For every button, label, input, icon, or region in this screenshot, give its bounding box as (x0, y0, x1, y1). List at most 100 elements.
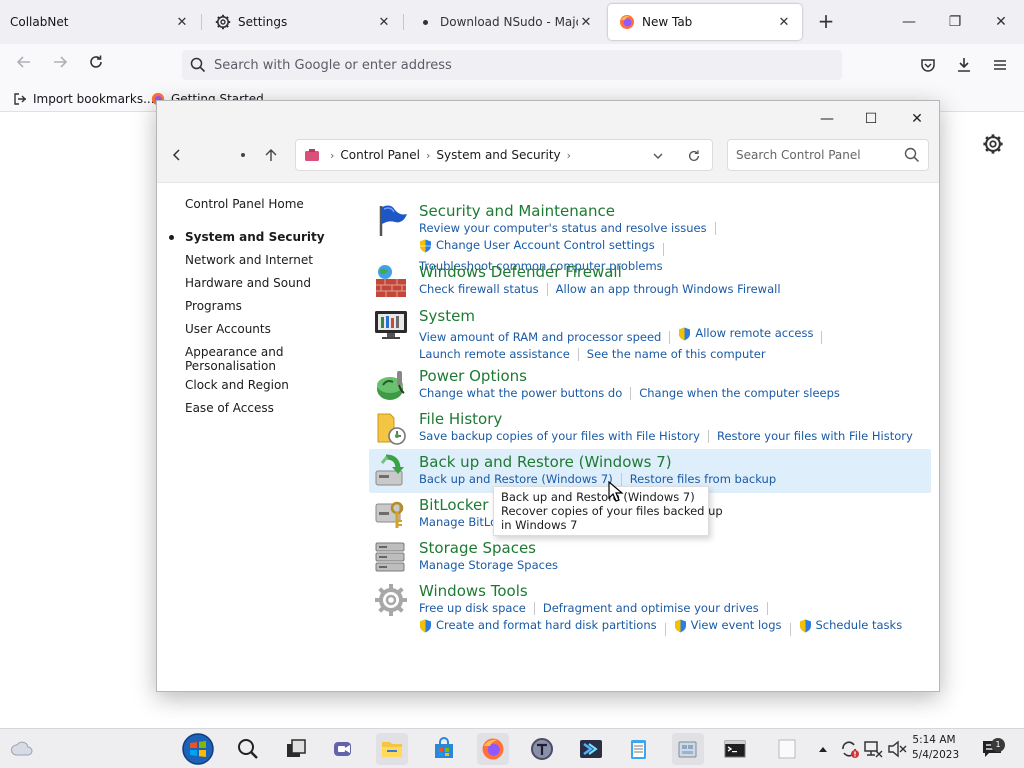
teams-chat-button[interactable] (328, 733, 360, 765)
task-link[interactable]: Review your computer's status and resolv… (419, 220, 707, 237)
task-link[interactable]: Manage Storage Spaces (419, 557, 558, 574)
task-link[interactable]: Defragment and optimise your drives (543, 600, 759, 617)
file-explorer-button[interactable] (376, 733, 408, 765)
bookmark-import[interactable]: Import bookmarks... (12, 90, 155, 108)
task-link[interactable]: Free up disk space (419, 600, 526, 617)
category-title[interactable]: File History (419, 410, 502, 428)
url-input[interactable] (214, 57, 814, 73)
taskbar-clock[interactable]: 5:14 AM 5/4/2023 (912, 733, 959, 763)
tab-download-nsudo[interactable]: Download NSudo - MajorGeeks ✕ (406, 4, 604, 40)
task-link[interactable]: Change what the power buttons do (419, 385, 622, 402)
task-link-event-logs[interactable]: View event logs (674, 617, 782, 634)
sidebar-item-user-accounts[interactable]: User Accounts (185, 322, 271, 336)
search-input[interactable] (736, 148, 896, 162)
category-title[interactable]: System (419, 307, 475, 325)
task-link[interactable]: Save backup copies of your files with Fi… (419, 428, 700, 445)
firefox-taskbar-button[interactable] (477, 733, 509, 765)
restore-button[interactable]: ❐ (940, 8, 970, 36)
url-bar[interactable] (182, 50, 842, 80)
close-icon[interactable]: ✕ (776, 15, 792, 30)
link-divider (714, 222, 716, 235)
breadcrumb-separator: › (566, 148, 572, 162)
maximize-button[interactable]: ☐ (849, 105, 893, 133)
sync-status-icon[interactable] (838, 739, 860, 759)
tab-new-tab[interactable]: New Tab ✕ (608, 4, 802, 40)
new-tab-button[interactable]: + (814, 10, 838, 34)
task-link-schedule-tasks[interactable]: Schedule tasks (799, 617, 902, 634)
task-link[interactable]: Change when the computer sleeps (639, 385, 840, 402)
category-title[interactable]: Back up and Restore (Windows 7) (419, 453, 672, 471)
task-link[interactable]: Launch remote assistance (419, 346, 570, 363)
task-link[interactable]: Check firewall status (419, 281, 539, 298)
category-title[interactable]: Windows Tools (419, 582, 528, 600)
powershell-app-button[interactable] (575, 733, 607, 765)
breadcrumb-control-panel[interactable]: Control Panel (340, 148, 420, 162)
breadcrumb-system-and-security[interactable]: System and Security (436, 148, 560, 162)
volume-muted-icon[interactable] (886, 739, 908, 759)
task-link[interactable]: See the name of this computer (587, 346, 766, 363)
tab-title: New Tab (642, 15, 693, 29)
task-link-label: Change User Account Control settings (436, 238, 655, 252)
recent-locations-button[interactable] (231, 143, 255, 167)
pocket-button[interactable] (915, 52, 941, 78)
reload-button[interactable] (83, 52, 109, 78)
tab-title: CollabNet (10, 15, 69, 29)
minimize-button[interactable]: — (894, 8, 924, 36)
up-button[interactable] (259, 143, 283, 167)
taskbar-search-button[interactable] (232, 733, 264, 765)
category-title[interactable]: Windows Defender Firewall (419, 263, 622, 281)
task-link-remote-access[interactable]: Allow remote access (678, 325, 813, 342)
close-icon[interactable]: ✕ (174, 15, 190, 30)
command-prompt-button[interactable] (719, 733, 751, 765)
show-hidden-icons-button[interactable] (816, 739, 830, 759)
category-title[interactable]: Storage Spaces (419, 539, 536, 557)
sidebar-item-hardware-and-sound[interactable]: Hardware and Sound (185, 276, 311, 290)
sidebar-item-system-and-security[interactable]: System and Security (169, 230, 325, 244)
link-divider (546, 283, 548, 296)
weather-widget[interactable] (4, 737, 40, 761)
minimize-button[interactable]: — (805, 105, 849, 133)
arrow-up-icon (265, 149, 277, 161)
address-dropdown-button[interactable] (648, 146, 668, 166)
notepad-button[interactable] (622, 733, 654, 765)
sidebar-item-control-panel-home[interactable]: Control Panel Home (185, 197, 304, 211)
downloads-button[interactable] (951, 52, 977, 78)
firefox-icon (482, 738, 504, 760)
tab-collabnet[interactable]: CollabNet ✕ (0, 4, 200, 40)
forward-button[interactable] (47, 52, 73, 78)
control-panel-search[interactable] (727, 139, 929, 171)
sidebar-item-appearance-and-personalisation[interactable]: Appearance and Personalisation (185, 345, 283, 373)
task-view-button[interactable] (280, 733, 312, 765)
sidebar-item-ease-of-access[interactable]: Ease of Access (185, 401, 274, 415)
task-link-uac[interactable]: Change User Account Control settings (419, 237, 655, 254)
command-prompt-icon (724, 740, 746, 758)
control-panel-taskbar-button[interactable] (672, 733, 704, 765)
sidebar-item-programs[interactable]: Programs (185, 299, 242, 313)
sidebar-item-clock-and-region[interactable]: Clock and Region (185, 378, 289, 392)
address-bar[interactable]: › Control Panel › System and Security › (295, 139, 713, 171)
tor-app-button[interactable] (526, 733, 558, 765)
refresh-button[interactable] (684, 146, 704, 166)
tab-settings[interactable]: Settings ✕ (204, 4, 402, 40)
sidebar-item-network-and-internet[interactable]: Network and Internet (185, 253, 313, 267)
close-window-button[interactable]: ✕ (895, 105, 939, 133)
back-button[interactable] (165, 143, 189, 167)
category-title[interactable]: Power Options (419, 367, 527, 385)
tooltip-line: in Windows 7 (501, 518, 578, 532)
microsoft-store-button[interactable] (428, 733, 460, 765)
task-link[interactable]: View amount of RAM and processor speed (419, 329, 661, 346)
close-window-button[interactable]: ✕ (986, 8, 1016, 36)
close-icon[interactable]: ✕ (376, 15, 392, 30)
category-title[interactable]: Security and Maintenance (419, 202, 615, 220)
blank-app-button[interactable] (771, 733, 803, 765)
new-tab-settings-gear[interactable] (982, 133, 1004, 155)
back-button[interactable] (11, 52, 37, 78)
menu-button[interactable] (987, 52, 1013, 78)
network-icon[interactable] (862, 739, 884, 759)
start-button[interactable] (180, 731, 216, 767)
task-link[interactable]: Restore your files with File History (717, 428, 913, 445)
close-icon[interactable]: ✕ (578, 15, 594, 30)
cloud-icon (10, 741, 33, 756)
task-link[interactable]: Allow an app through Windows Firewall (556, 281, 781, 298)
task-link-partitions[interactable]: Create and format hard disk partitions (419, 617, 657, 634)
